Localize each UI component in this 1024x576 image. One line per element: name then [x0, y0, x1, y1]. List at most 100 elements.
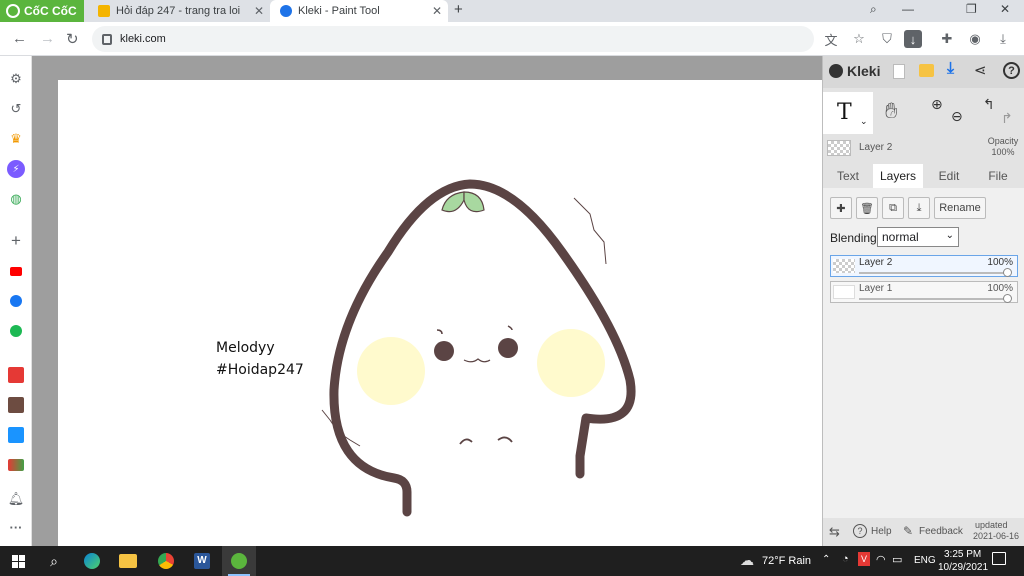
tab-edit[interactable]: Edit	[927, 164, 971, 188]
delete-layer-icon[interactable]: 🗑︎	[856, 197, 878, 219]
tab-kleki[interactable]: Kleki - Paint Tool ✕	[270, 0, 448, 22]
zoom-out-icon[interactable]: ⊖	[951, 108, 963, 125]
weather-text[interactable]: 72°F Rain	[762, 555, 811, 567]
translate-icon[interactable]: 文	[822, 30, 840, 48]
forward-arrow-icon[interactable]: →	[40, 30, 55, 47]
tab-layers[interactable]: Layers	[873, 164, 923, 188]
help-icon[interactable]: ?	[1003, 62, 1020, 79]
restore-icon[interactable]: ❐	[966, 2, 977, 16]
settings-gear-icon[interactable]: ⚙	[7, 70, 25, 88]
crown-icon[interactable]: ♛	[7, 130, 25, 148]
canvas-text-line1: Melodyy	[216, 340, 275, 356]
history-icon[interactable]: ↺	[7, 100, 25, 118]
undo-icon[interactable]: ↰	[983, 96, 995, 113]
save-download-icon[interactable]: ⤓	[947, 60, 954, 78]
chrome-icon[interactable]	[158, 553, 174, 569]
redo-icon[interactable]: ↱	[1001, 110, 1013, 127]
youtube-icon[interactable]	[10, 266, 22, 276]
canvas-workspace[interactable]: Melodyy #Hoidap247	[32, 56, 822, 546]
layer-opacity-handle[interactable]	[1003, 268, 1012, 277]
add-layer-button[interactable]: ✚	[830, 197, 852, 219]
feedback-icon[interactable]: ✎	[903, 524, 913, 538]
vtv-icon[interactable]	[8, 459, 24, 471]
search-icon[interactable]: ⌕	[44, 551, 64, 571]
facebook-icon[interactable]	[10, 295, 22, 307]
tray-chevron-up-icon[interactable]: ⌃	[822, 554, 830, 565]
tab-hoidap247[interactable]: Hỏi đáp 247 - trang tra loi ✕	[88, 0, 270, 22]
minimize-icon[interactable]: —	[902, 2, 914, 16]
close-window-icon[interactable]: ✕	[1000, 2, 1010, 16]
close-tab-icon[interactable]: ✕	[432, 4, 442, 18]
help-circle-icon[interactable]: ?	[853, 524, 867, 538]
tiki-icon[interactable]	[8, 427, 24, 443]
back-arrow-icon[interactable]: ←	[12, 30, 27, 47]
text-tool-button[interactable]: T ⌄	[823, 92, 873, 134]
omnibox[interactable]: kleki.com	[92, 26, 814, 52]
open-folder-icon[interactable]	[919, 64, 934, 77]
shopee-icon[interactable]	[8, 367, 24, 383]
drawing-canvas[interactable]: Melodyy #Hoidap247	[58, 80, 822, 546]
layer-item-1[interactable]: Layer 1 100%	[830, 281, 1018, 303]
left-foot	[459, 438, 473, 445]
more-icon[interactable]: ···	[7, 518, 25, 536]
layer-opacity-slider[interactable]	[859, 298, 1009, 300]
new-image-icon[interactable]	[893, 64, 905, 79]
clock-time[interactable]: 3:25 PM	[944, 549, 981, 560]
swap-panel-icon[interactable]: ⇆	[829, 524, 840, 540]
opacity-value: 100%	[991, 147, 1015, 157]
battery-icon[interactable]: ▭	[892, 553, 902, 566]
close-tab-icon[interactable]: ✕	[254, 4, 264, 18]
shield-icon[interactable]: ⛉	[878, 30, 896, 48]
download-page-icon[interactable]: ↓	[904, 30, 922, 48]
url-text[interactable]: kleki.com	[120, 33, 166, 45]
rename-button[interactable]: Rename	[934, 197, 986, 219]
layer-item-2[interactable]: Layer 2 100%	[830, 255, 1018, 277]
downloads-icon[interactable]: ⤓	[994, 30, 1012, 48]
blending-select[interactable]: normal ⌄	[877, 227, 959, 247]
left-cheek	[357, 337, 425, 405]
coccoc-logo-icon	[6, 4, 20, 18]
extensions-icon[interactable]: ✚	[938, 30, 956, 48]
file-explorer-icon[interactable]	[119, 554, 137, 568]
lock-icon	[102, 33, 112, 45]
game-controller-icon[interactable]: ◍	[7, 190, 25, 208]
tab-text[interactable]: Text	[827, 164, 869, 188]
profile-icon[interactable]: ◉	[966, 30, 984, 48]
tab-file[interactable]: File	[975, 164, 1021, 188]
network-icon[interactable]: ◔	[842, 553, 849, 565]
feedback-link[interactable]: Feedback	[919, 526, 963, 537]
browser-brand-button[interactable]: CốC CốC	[0, 0, 84, 22]
v-app-icon[interactable]: V	[858, 552, 870, 566]
reload-icon[interactable]: ↻	[66, 30, 79, 48]
hand-tool-icon[interactable]: ✋︎	[885, 98, 898, 124]
coccoc-taskbar-active[interactable]	[222, 546, 256, 576]
edge-icon[interactable]	[84, 553, 100, 569]
spotify-icon[interactable]	[10, 325, 22, 337]
new-tab-button[interactable]: +	[454, 1, 463, 18]
windows-start-icon[interactable]	[8, 551, 28, 571]
share-icon[interactable]: ⋖	[974, 61, 987, 79]
duplicate-layer-icon[interactable]: ⧉	[882, 197, 904, 219]
right-leaf	[463, 191, 485, 213]
tab-search-icon[interactable]: ⌕	[870, 2, 877, 17]
merge-layer-icon[interactable]: ⤓	[908, 197, 930, 219]
tool-dropdown-icon[interactable]: ⌄	[860, 116, 868, 127]
zoom-in-icon[interactable]: ⊕	[931, 96, 943, 113]
clock-date[interactable]: 10/29/2021	[938, 562, 988, 573]
word-icon[interactable]: W	[194, 553, 210, 569]
brand-label: CốC CốC	[24, 4, 77, 18]
layer-opacity-slider[interactable]	[859, 272, 1009, 274]
game-app-icon[interactable]	[8, 397, 24, 413]
star-icon[interactable]: ☆	[850, 30, 868, 48]
add-shortcut-icon[interactable]: +	[7, 231, 25, 250]
help-link[interactable]: Help	[871, 526, 892, 537]
notification-icon[interactable]	[992, 552, 1006, 565]
right-foot	[497, 436, 513, 443]
layer-opacity-handle[interactable]	[1003, 294, 1012, 303]
wifi-icon[interactable]: ◠	[876, 553, 886, 566]
messenger-icon[interactable]: ⚡	[7, 160, 25, 178]
bell-icon[interactable]: 🔔︎	[7, 490, 25, 508]
updated-date: 2021-06-16	[973, 531, 1020, 541]
language-indicator[interactable]: ENG	[914, 555, 936, 566]
blending-label: Blending	[830, 231, 877, 245]
